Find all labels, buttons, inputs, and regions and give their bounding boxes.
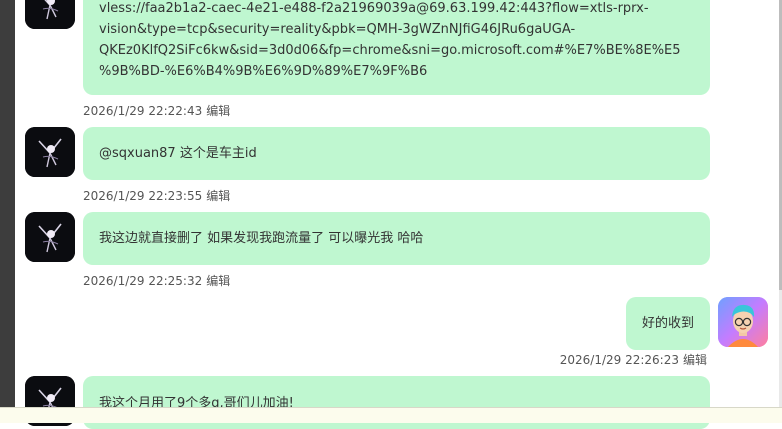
message-timestamp: 2026/1/29 22:22:43 — [83, 104, 203, 118]
message-meta: 2026/1/29 22:26:23 编辑 — [560, 351, 707, 368]
message-meta: 2026/1/29 22:25:32 编辑 — [83, 272, 230, 289]
message-text-line: vless://faa2b1a2-caec-4e21-e488-f2a21969… — [99, 1, 649, 16]
sender-avatar[interactable] — [25, 0, 75, 29]
edit-link[interactable]: 编辑 — [683, 353, 707, 367]
edit-link[interactable]: 编辑 — [206, 189, 230, 203]
my-message-bubble[interactable]: 好的收到 — [626, 297, 710, 350]
dark-figure-avatar-icon — [25, 212, 75, 262]
message-timestamp: 2026/1/29 22:23:55 — [83, 189, 203, 203]
message-meta: 2026/1/29 22:22:43 编辑 — [83, 102, 230, 119]
message-meta: 2026/1/29 22:23:55 编辑 — [83, 187, 230, 204]
message-text-line: vision&type=tcp&security=reality&pbk=QMH… — [99, 22, 576, 37]
dark-figure-avatar-icon — [25, 127, 75, 177]
dark-figure-avatar-icon — [25, 0, 75, 29]
edit-link[interactable]: 编辑 — [206, 274, 230, 288]
cartoon-man-glasses-avatar-icon — [718, 297, 768, 347]
chat-message-list: vless://faa2b1a2-caec-4e21-e488-f2a21969… — [15, 0, 779, 429]
my-avatar[interactable] — [718, 297, 768, 347]
edit-link[interactable]: 编辑 — [206, 104, 230, 118]
sender-avatar[interactable] — [25, 127, 75, 177]
message-timestamp: 2026/1/29 22:25:32 — [83, 274, 203, 288]
message-text: @sqxuan87 这个是车主id — [99, 146, 257, 161]
message-text: 我这边就直接删了 如果发现我跑流量了 可以曝光我 哈哈 — [99, 231, 424, 246]
message-bubble[interactable]: @sqxuan87 这个是车主id — [83, 127, 710, 180]
left-sidebar-edge — [0, 0, 15, 423]
message-text: 好的收到 — [641, 316, 694, 331]
message-text-line: QKEz0KlfQ2SiFc6kw&sid=3d0d06&fp=chrome&s… — [99, 43, 681, 58]
bottom-input-bar[interactable] — [0, 407, 782, 423]
message-timestamp: 2026/1/29 22:26:23 — [559, 353, 679, 367]
message-bubble[interactable]: vless://faa2b1a2-caec-4e21-e488-f2a21969… — [83, 0, 710, 95]
sender-avatar[interactable] — [25, 212, 75, 262]
message-bubble[interactable]: 我这边就直接删了 如果发现我跑流量了 可以曝光我 哈哈 — [83, 212, 710, 265]
message-text-line: %9B%BD-%E6%B4%9B%E6%9D%89%E7%9F%B6 — [99, 64, 428, 79]
